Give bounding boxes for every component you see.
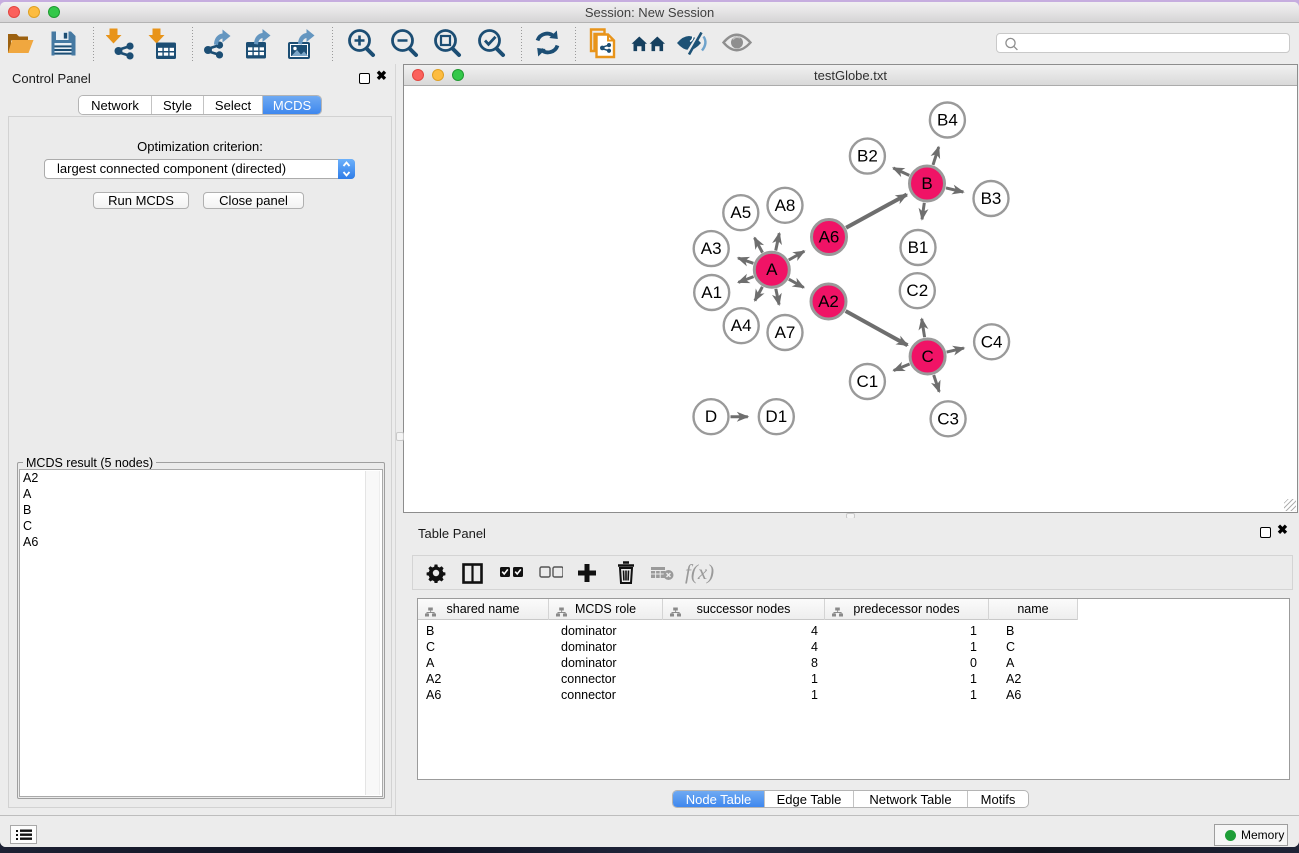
svg-text:C3: C3 (937, 409, 959, 428)
svg-text:A4: A4 (731, 316, 752, 335)
svg-text:C4: C4 (981, 332, 1003, 351)
svg-text:C2: C2 (906, 281, 928, 300)
svg-text:A2: A2 (818, 292, 839, 311)
svg-text:C1: C1 (857, 372, 879, 391)
svg-text:A7: A7 (775, 323, 796, 342)
svg-text:B2: B2 (857, 147, 878, 166)
svg-text:A6: A6 (819, 228, 840, 247)
svg-text:A5: A5 (730, 203, 751, 222)
svg-text:D: D (705, 407, 717, 426)
svg-text:B1: B1 (908, 238, 929, 257)
svg-text:A: A (766, 260, 778, 279)
svg-text:A8: A8 (775, 196, 796, 215)
svg-text:B4: B4 (937, 111, 958, 130)
svg-text:A3: A3 (701, 239, 722, 258)
svg-text:D1: D1 (765, 407, 787, 426)
svg-text:C: C (921, 347, 933, 366)
svg-text:B3: B3 (981, 189, 1002, 208)
svg-text:B: B (921, 174, 932, 193)
svg-text:A1: A1 (701, 283, 722, 302)
